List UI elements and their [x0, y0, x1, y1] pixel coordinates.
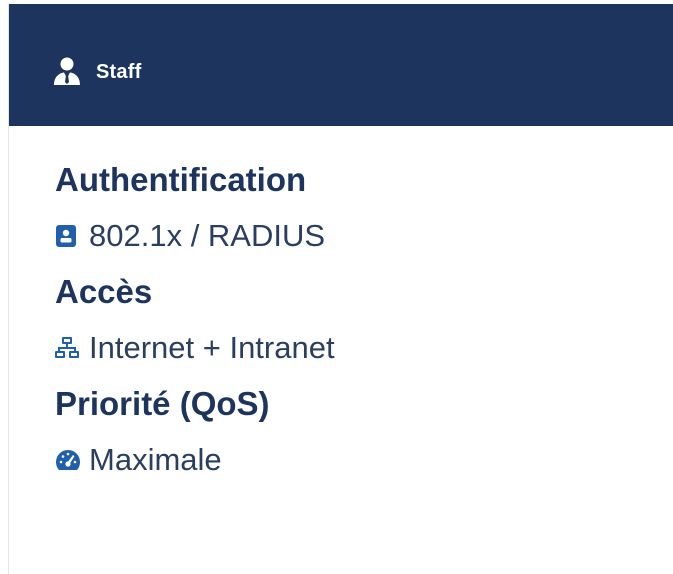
card-body: Authentification 802.1x / RADIUS Accès I… [55, 152, 655, 488]
network-icon [55, 336, 79, 360]
user-tie-icon [52, 56, 82, 86]
speedometer-icon [55, 448, 81, 472]
access-label: Accès [55, 273, 153, 310]
authentication-value-row: 802.1x / RADIUS [55, 208, 655, 264]
priority-label: Priorité (QoS) [55, 385, 270, 422]
authentication-value: 802.1x / RADIUS [89, 218, 326, 253]
card-title: Staff [96, 61, 142, 83]
priority-value: Maximale [89, 442, 222, 477]
access-value-row: Internet + Intranet [55, 320, 655, 376]
card-header: Staff [9, 4, 673, 126]
address-card-icon [55, 224, 79, 248]
profile-card: Staff Authentification 802.1x / RADIUS A… [8, 4, 673, 574]
authentication-label: Authentification [55, 161, 307, 198]
priority-value-row: Maximale [55, 432, 655, 488]
access-value: Internet + Intranet [89, 330, 335, 365]
